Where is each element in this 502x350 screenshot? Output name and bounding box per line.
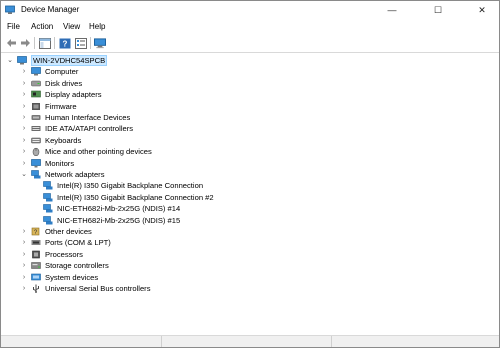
back-button[interactable] — [5, 37, 17, 49]
close-icon: ✕ — [478, 4, 486, 15]
minimize-icon: — — [387, 5, 397, 15]
nic-icon — [43, 204, 53, 213]
minimize-button[interactable]: — — [377, 1, 407, 19]
nic-icon — [43, 192, 53, 202]
back-arrow-icon — [6, 39, 16, 47]
menu-view[interactable]: View — [63, 22, 80, 31]
expand-icon[interactable]: › — [21, 249, 27, 260]
tree-item-label: Firmware — [45, 101, 77, 111]
properties-button[interactable]: ? — [59, 37, 71, 49]
tree-item-label: Other devices — [45, 227, 92, 236]
menu-action[interactable]: Action — [31, 22, 53, 31]
nic-icon — [43, 181, 53, 190]
collapse-icon[interactable]: ⌄ — [7, 55, 13, 66]
device-manager-window: Device Manager — ☐ ✕ File Action View He… — [0, 0, 500, 348]
window-title: Device Manager — [21, 5, 80, 14]
ide-controller-icon — [31, 124, 41, 133]
help-list-icon — [75, 37, 87, 49]
tree-item-label: Mice and other pointing devices — [45, 147, 152, 157]
tree-item-label: Ports (COM & LPT) — [45, 238, 111, 248]
expand-icon[interactable]: › — [21, 146, 27, 157]
close-button[interactable]: ✕ — [467, 1, 497, 19]
svg-text:?: ? — [63, 39, 68, 48]
hid-icon — [31, 113, 41, 122]
usb-icon — [31, 284, 41, 293]
disk-drive-icon — [31, 79, 41, 88]
scan-hardware-button[interactable] — [94, 37, 106, 49]
tree-item-label: NIC-ETH682i-Mb-2x25G (NDIS) #15 — [57, 215, 181, 225]
maximize-button[interactable]: ☐ — [423, 1, 453, 19]
monitor-icon — [31, 158, 41, 168]
help-button[interactable] — [75, 37, 87, 49]
expand-icon[interactable]: › — [21, 66, 27, 77]
keyboard-icon — [31, 136, 41, 145]
expand-icon[interactable]: › — [21, 260, 27, 271]
storage-controller-icon — [31, 261, 41, 270]
computer-icon — [17, 56, 27, 65]
expand-icon[interactable]: › — [21, 112, 27, 123]
forward-button[interactable] — [19, 37, 31, 49]
tree-item-label: WIN-2VDHC54SPCB — [31, 55, 108, 66]
other-devices-icon: ? — [31, 227, 41, 236]
device-manager-icon — [5, 5, 15, 14]
tree-item-label: Computer — [45, 67, 79, 77]
display-adapter-icon — [31, 90, 41, 99]
network-adapter-icon — [31, 170, 41, 179]
port-icon — [31, 238, 41, 247]
expand-icon[interactable]: › — [21, 78, 27, 89]
computer-icon — [31, 67, 41, 76]
tree-item-label: Disk drives — [45, 78, 83, 88]
tree-item-label: Display adapters — [45, 90, 102, 100]
mouse-icon — [31, 147, 41, 157]
tree-item-label: System devices — [45, 272, 99, 282]
firmware-icon — [31, 102, 41, 111]
processor-icon — [31, 250, 41, 259]
status-divider — [161, 336, 162, 347]
tree-item-label: Keyboards — [45, 135, 82, 145]
forward-arrow-icon — [20, 39, 30, 47]
toolbar-separator — [90, 37, 91, 49]
tree-item-label: Storage controllers — [45, 261, 109, 271]
expand-icon[interactable]: › — [21, 89, 27, 100]
tree-item-label: Intel(R) I350 Gigabit Backplane Connecti… — [57, 181, 204, 191]
expand-icon[interactable]: › — [21, 237, 27, 248]
title-bar[interactable]: Device Manager — ☐ ✕ — [1, 1, 499, 19]
expand-icon[interactable]: › — [21, 123, 27, 134]
tree-item-label: NIC-ETH682i-Mb-2x25G (NDIS) #14 — [57, 204, 181, 214]
toolbar-separator — [34, 37, 35, 49]
menu-help[interactable]: Help — [89, 22, 105, 31]
properties-icon: ? — [59, 38, 71, 48]
tree-item-label: Processors — [45, 249, 83, 259]
show-hide-console-tree-button[interactable] — [39, 37, 51, 49]
monitor-scan-icon — [94, 37, 106, 48]
status-divider — [331, 336, 332, 347]
tree-item-label: Network adapters — [45, 170, 105, 179]
system-devices-icon — [31, 273, 41, 282]
expand-icon[interactable]: › — [21, 158, 27, 169]
maximize-icon: ☐ — [433, 4, 443, 15]
tree-item-label: IDE ATA/ATAPI controllers — [45, 124, 134, 134]
menu-bar: File Action View Help — [1, 19, 499, 33]
expand-icon[interactable]: › — [21, 135, 27, 146]
expand-icon[interactable]: › — [21, 283, 27, 294]
collapse-icon[interactable]: ⌄ — [21, 169, 27, 180]
device-tree[interactable]: ⌄ WIN-2VDHC54SPCB › Computer › Disk drives › Di… — [1, 53, 499, 335]
expand-icon[interactable]: › — [21, 226, 27, 237]
nic-icon — [43, 215, 53, 225]
tree-item-label: Human Interface Devices — [45, 113, 131, 122]
console-tree-icon — [39, 37, 51, 49]
expand-icon[interactable]: › — [21, 101, 27, 112]
tree-item-label: Universal Serial Bus controllers — [45, 284, 151, 293]
tree-item-label: Intel(R) I350 Gigabit Backplane Connecti… — [57, 192, 214, 202]
expand-icon[interactable]: › — [21, 272, 27, 283]
toolbar: ? — [1, 34, 499, 53]
status-bar — [1, 335, 499, 347]
menu-file[interactable]: File — [7, 22, 20, 31]
tree-item-label: Monitors — [45, 158, 75, 168]
toolbar-separator — [54, 37, 55, 49]
